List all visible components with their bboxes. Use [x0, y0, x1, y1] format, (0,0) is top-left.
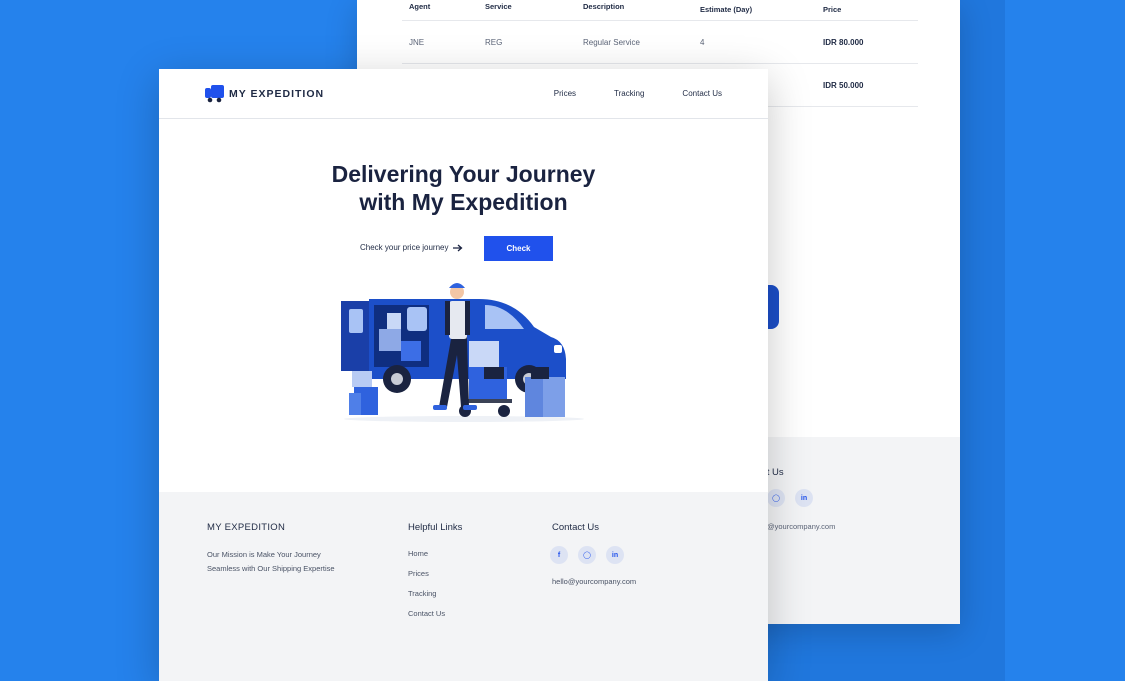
truck-logo-icon	[205, 85, 224, 103]
instagram-icon[interactable]: ◯	[578, 546, 596, 564]
footer-social-icons: f ◯ in	[550, 546, 624, 564]
footer-link-prices[interactable]: Prices	[408, 569, 445, 589]
header-service: Service	[485, 2, 512, 11]
nav-link-tracking[interactable]: Tracking	[614, 89, 644, 98]
navbar: MY EXPEDITION Prices Tracking Contact Us	[159, 69, 768, 119]
delivery-van-illustration	[341, 283, 584, 422]
nav-link-contact[interactable]: Contact Us	[682, 89, 722, 98]
linkedin-icon[interactable]: in	[795, 489, 813, 507]
back-social-icons: ◯ in	[767, 489, 813, 507]
cell-price: IDR 50.000	[823, 80, 864, 90]
front-page: MY EXPEDITION Prices Tracking Contact Us…	[159, 69, 768, 681]
footer-helpful-title: Helpful Links	[408, 522, 463, 533]
cell-description: Regular Service	[583, 37, 640, 47]
cell-agent: JNE	[409, 37, 425, 47]
check-button[interactable]: Check	[484, 236, 553, 261]
header-estimate: Estimate (Day)	[700, 5, 753, 14]
footer-email[interactable]: hello@yourcompany.com	[552, 577, 636, 586]
instagram-icon[interactable]: ◯	[767, 489, 785, 507]
footer-link-tracking[interactable]: Tracking	[408, 589, 445, 609]
cell-price: IDR 80.000	[823, 37, 864, 47]
table-row: JNE REG Regular Service 4 IDR 80.000	[402, 21, 918, 64]
footer-mission-line1: Our Mission is Make Your Journey	[207, 550, 321, 559]
logo-text: MY EXPEDITION	[229, 87, 325, 100]
hero: Delivering Your Journey with My Expediti…	[159, 119, 768, 492]
footer-mission: Our Mission is Make Your Journey Seamles…	[207, 548, 367, 576]
footer: MY EXPEDITION Our Mission is Make Your J…	[159, 492, 768, 681]
header-agent: Agent	[409, 2, 431, 11]
footer-mission-line2: Seamless with Our Shipping Expertise	[207, 564, 335, 573]
arrow-right-icon	[453, 244, 463, 251]
hero-title-line1: Delivering Your Journey	[331, 161, 596, 187]
footer-link-home[interactable]: Home	[408, 549, 445, 569]
nav-link-prices[interactable]: Prices	[554, 89, 576, 98]
footer-contact-title: Contact Us	[552, 522, 599, 533]
cta-text: Check your price journey	[360, 243, 463, 252]
footer-link-contact[interactable]: Contact Us	[408, 609, 445, 629]
header-description: Description	[583, 2, 625, 11]
linkedin-icon[interactable]: in	[606, 546, 624, 564]
footer-links: Home Prices Tracking Contact Us	[408, 549, 445, 629]
cell-service: REG	[485, 37, 503, 47]
cta-label: Check your price journey	[360, 243, 449, 252]
nav-links: Prices Tracking Contact Us	[554, 89, 722, 98]
table-header: Agent Service Description Estimate (Day)…	[402, 0, 918, 21]
facebook-icon[interactable]: f	[550, 546, 568, 564]
back-email[interactable]: @yourcompany.com	[767, 522, 835, 531]
hero-title-line2: with My Expedition	[359, 189, 568, 215]
cell-estimate: 4	[700, 37, 705, 47]
footer-brand: MY EXPEDITION	[207, 522, 286, 533]
hero-title: Delivering Your Journey with My Expediti…	[159, 160, 768, 216]
header-price: Price	[823, 5, 842, 14]
logo[interactable]: MY EXPEDITION	[205, 84, 324, 103]
